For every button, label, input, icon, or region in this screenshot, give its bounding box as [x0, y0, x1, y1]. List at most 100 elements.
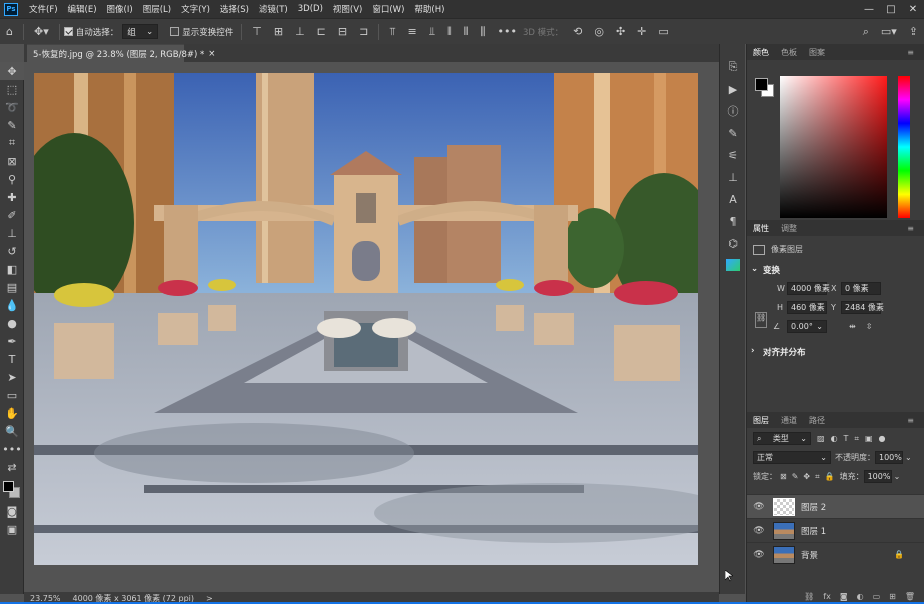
- x-field[interactable]: 0 像素: [841, 282, 881, 295]
- history-icon[interactable]: ⎘: [720, 56, 746, 78]
- rectangle-tool-icon[interactable]: ▭: [0, 386, 24, 404]
- lock-all-icon[interactable]: 🔒: [825, 472, 835, 481]
- eraser-tool-icon[interactable]: ◧: [0, 260, 24, 278]
- panel-menu-icon[interactable]: ≡: [901, 224, 920, 233]
- minimize-button[interactable]: —: [858, 4, 880, 15]
- share-icon[interactable]: ⇪: [909, 25, 918, 38]
- path-select-tool-icon[interactable]: ➤: [0, 368, 24, 386]
- menu-filter[interactable]: 滤镜(T): [254, 3, 293, 15]
- align-vcenter-icon[interactable]: ⊞: [274, 25, 283, 38]
- width-field[interactable]: 4000 像素: [787, 282, 830, 295]
- menu-type[interactable]: 文字(Y): [176, 3, 215, 15]
- healing-brush-icon[interactable]: ✚: [0, 188, 24, 206]
- menu-select[interactable]: 选择(S): [215, 3, 254, 15]
- distribute-hcenter-icon[interactable]: ⫴: [464, 25, 469, 39]
- chevron-down-icon[interactable]: ⌄: [905, 453, 912, 462]
- align-left-icon[interactable]: ⊏: [317, 25, 326, 38]
- eye-icon[interactable]: 👁: [751, 526, 767, 536]
- frame-tool-icon[interactable]: ⊠: [0, 152, 24, 170]
- workspace-icon[interactable]: ▭▾: [881, 25, 897, 38]
- filter-toggle-icon[interactable]: ●: [879, 434, 886, 443]
- close-tab-icon[interactable]: ×: [208, 49, 215, 59]
- flip-horizontal-icon[interactable]: ⇹: [849, 322, 856, 331]
- align-right-icon[interactable]: ⊐: [359, 25, 368, 38]
- auto-select-dropdown[interactable]: 组 ⌄: [122, 24, 159, 39]
- 3d-scale-icon[interactable]: ▭: [658, 25, 668, 38]
- maximize-button[interactable]: □: [880, 4, 902, 15]
- screen-mode-icon[interactable]: ▣: [0, 520, 24, 538]
- distribute-right-icon[interactable]: ⫼: [480, 25, 485, 39]
- libraries-icon[interactable]: [720, 254, 746, 276]
- hand-tool-icon[interactable]: ✋: [0, 404, 24, 422]
- brushes-icon[interactable]: ✎: [720, 122, 746, 144]
- distribute-vcenter-icon[interactable]: ≡: [408, 25, 417, 38]
- menu-help[interactable]: 帮助(H): [409, 3, 449, 15]
- gradient-tool-icon[interactable]: ▤: [0, 278, 24, 296]
- menu-edit[interactable]: 编辑(E): [63, 3, 102, 15]
- filter-smart-icon[interactable]: ▣: [865, 434, 873, 443]
- panel-menu-icon[interactable]: ≡: [901, 48, 920, 57]
- tab-channels[interactable]: 通道: [775, 415, 803, 426]
- layer-name[interactable]: 图层 1: [801, 525, 826, 537]
- flip-vertical-icon[interactable]: ⇳: [866, 322, 873, 331]
- filter-pixel-icon[interactable]: ▨: [817, 434, 825, 443]
- 3d-slide-icon[interactable]: ✛: [637, 25, 646, 38]
- brush-settings-icon[interactable]: ⚟: [720, 144, 746, 166]
- menu-file[interactable]: 文件(F): [24, 3, 63, 15]
- filter-type-icon[interactable]: T: [844, 434, 849, 443]
- saturation-value-field[interactable]: [780, 76, 887, 218]
- 3d-pan-icon[interactable]: ✣: [616, 25, 625, 38]
- blur-tool-icon[interactable]: 💧: [0, 296, 24, 314]
- align-top-icon[interactable]: ⊤: [252, 25, 262, 38]
- tab-patterns[interactable]: 图案: [803, 47, 831, 58]
- menu-3d[interactable]: 3D(D): [293, 4, 328, 14]
- tab-properties[interactable]: 属性: [747, 223, 775, 234]
- layer-name[interactable]: 背景: [801, 549, 818, 561]
- 3d-icon[interactable]: ⌬: [720, 232, 746, 254]
- history-brush-icon[interactable]: ↺: [0, 242, 24, 260]
- pen-tool-icon[interactable]: ✒: [0, 332, 24, 350]
- lock-position-icon[interactable]: ✥: [803, 472, 810, 481]
- angle-field[interactable]: 0.00° ⌄: [787, 320, 827, 333]
- blend-mode-dropdown[interactable]: 正常 ⌄: [753, 451, 831, 464]
- eyedropper-tool-icon[interactable]: ⚲: [0, 170, 24, 188]
- 3d-roll-icon[interactable]: ◎: [594, 25, 604, 38]
- move-tool-icon[interactable]: ✥: [0, 62, 24, 80]
- home-icon[interactable]: ⌂: [6, 25, 13, 38]
- transform-section-header[interactable]: ⌄ 变换: [747, 258, 924, 276]
- search-icon[interactable]: ⌕: [863, 25, 869, 39]
- distribute-bottom-icon[interactable]: ⫫: [429, 25, 435, 39]
- tab-paths[interactable]: 路径: [803, 415, 831, 426]
- layer-filter-dropdown[interactable]: ⌕ 类型 ⌄: [753, 432, 811, 445]
- foreground-color-box[interactable]: [755, 78, 768, 91]
- foreground-color-swatch[interactable]: [3, 481, 14, 492]
- actions-play-icon[interactable]: ▶: [720, 78, 746, 100]
- clone-source-icon[interactable]: ⊥: [720, 166, 746, 188]
- move-tool-preset-icon[interactable]: ✥▾: [34, 25, 49, 38]
- document-tab[interactable]: 5-恢复的.jpg @ 23.8% (图层 2, RGB/8#) * ×: [27, 44, 215, 62]
- layer-name[interactable]: 图层 2: [801, 501, 826, 513]
- fill-field[interactable]: 100%: [863, 470, 892, 483]
- link-dimensions-icon[interactable]: ⛓: [755, 312, 767, 328]
- edit-toolbar-icon[interactable]: •••: [0, 440, 24, 458]
- lock-pixels-icon[interactable]: ✎: [792, 472, 799, 481]
- eye-icon[interactable]: 👁: [751, 550, 767, 560]
- filter-adjustment-icon[interactable]: ◐: [831, 434, 838, 443]
- opacity-field[interactable]: 100%: [875, 451, 903, 464]
- auto-select-checkbox[interactable]: [63, 27, 73, 36]
- hue-slider[interactable]: [898, 76, 910, 218]
- info-icon[interactable]: ⓘ: [720, 100, 746, 122]
- tab-layers[interactable]: 图层: [747, 415, 775, 426]
- lasso-tool-icon[interactable]: ➰: [0, 98, 24, 116]
- crop-tool-icon[interactable]: ⌗: [0, 134, 24, 152]
- panel-menu-icon[interactable]: ≡: [901, 416, 920, 425]
- quick-mask-icon[interactable]: ◙: [0, 502, 24, 520]
- menu-image[interactable]: 图像(I): [102, 3, 138, 15]
- image-canvas[interactable]: [34, 73, 698, 565]
- marquee-tool-icon[interactable]: ⬚: [0, 80, 24, 98]
- lock-transparent-icon[interactable]: ⊠: [780, 472, 787, 481]
- tab-swatches[interactable]: 色板: [775, 47, 803, 58]
- layer-row[interactable]: 👁 图层 1: [747, 518, 924, 542]
- align-bottom-icon[interactable]: ⊥: [295, 25, 305, 38]
- tab-color[interactable]: 颜色: [747, 47, 775, 58]
